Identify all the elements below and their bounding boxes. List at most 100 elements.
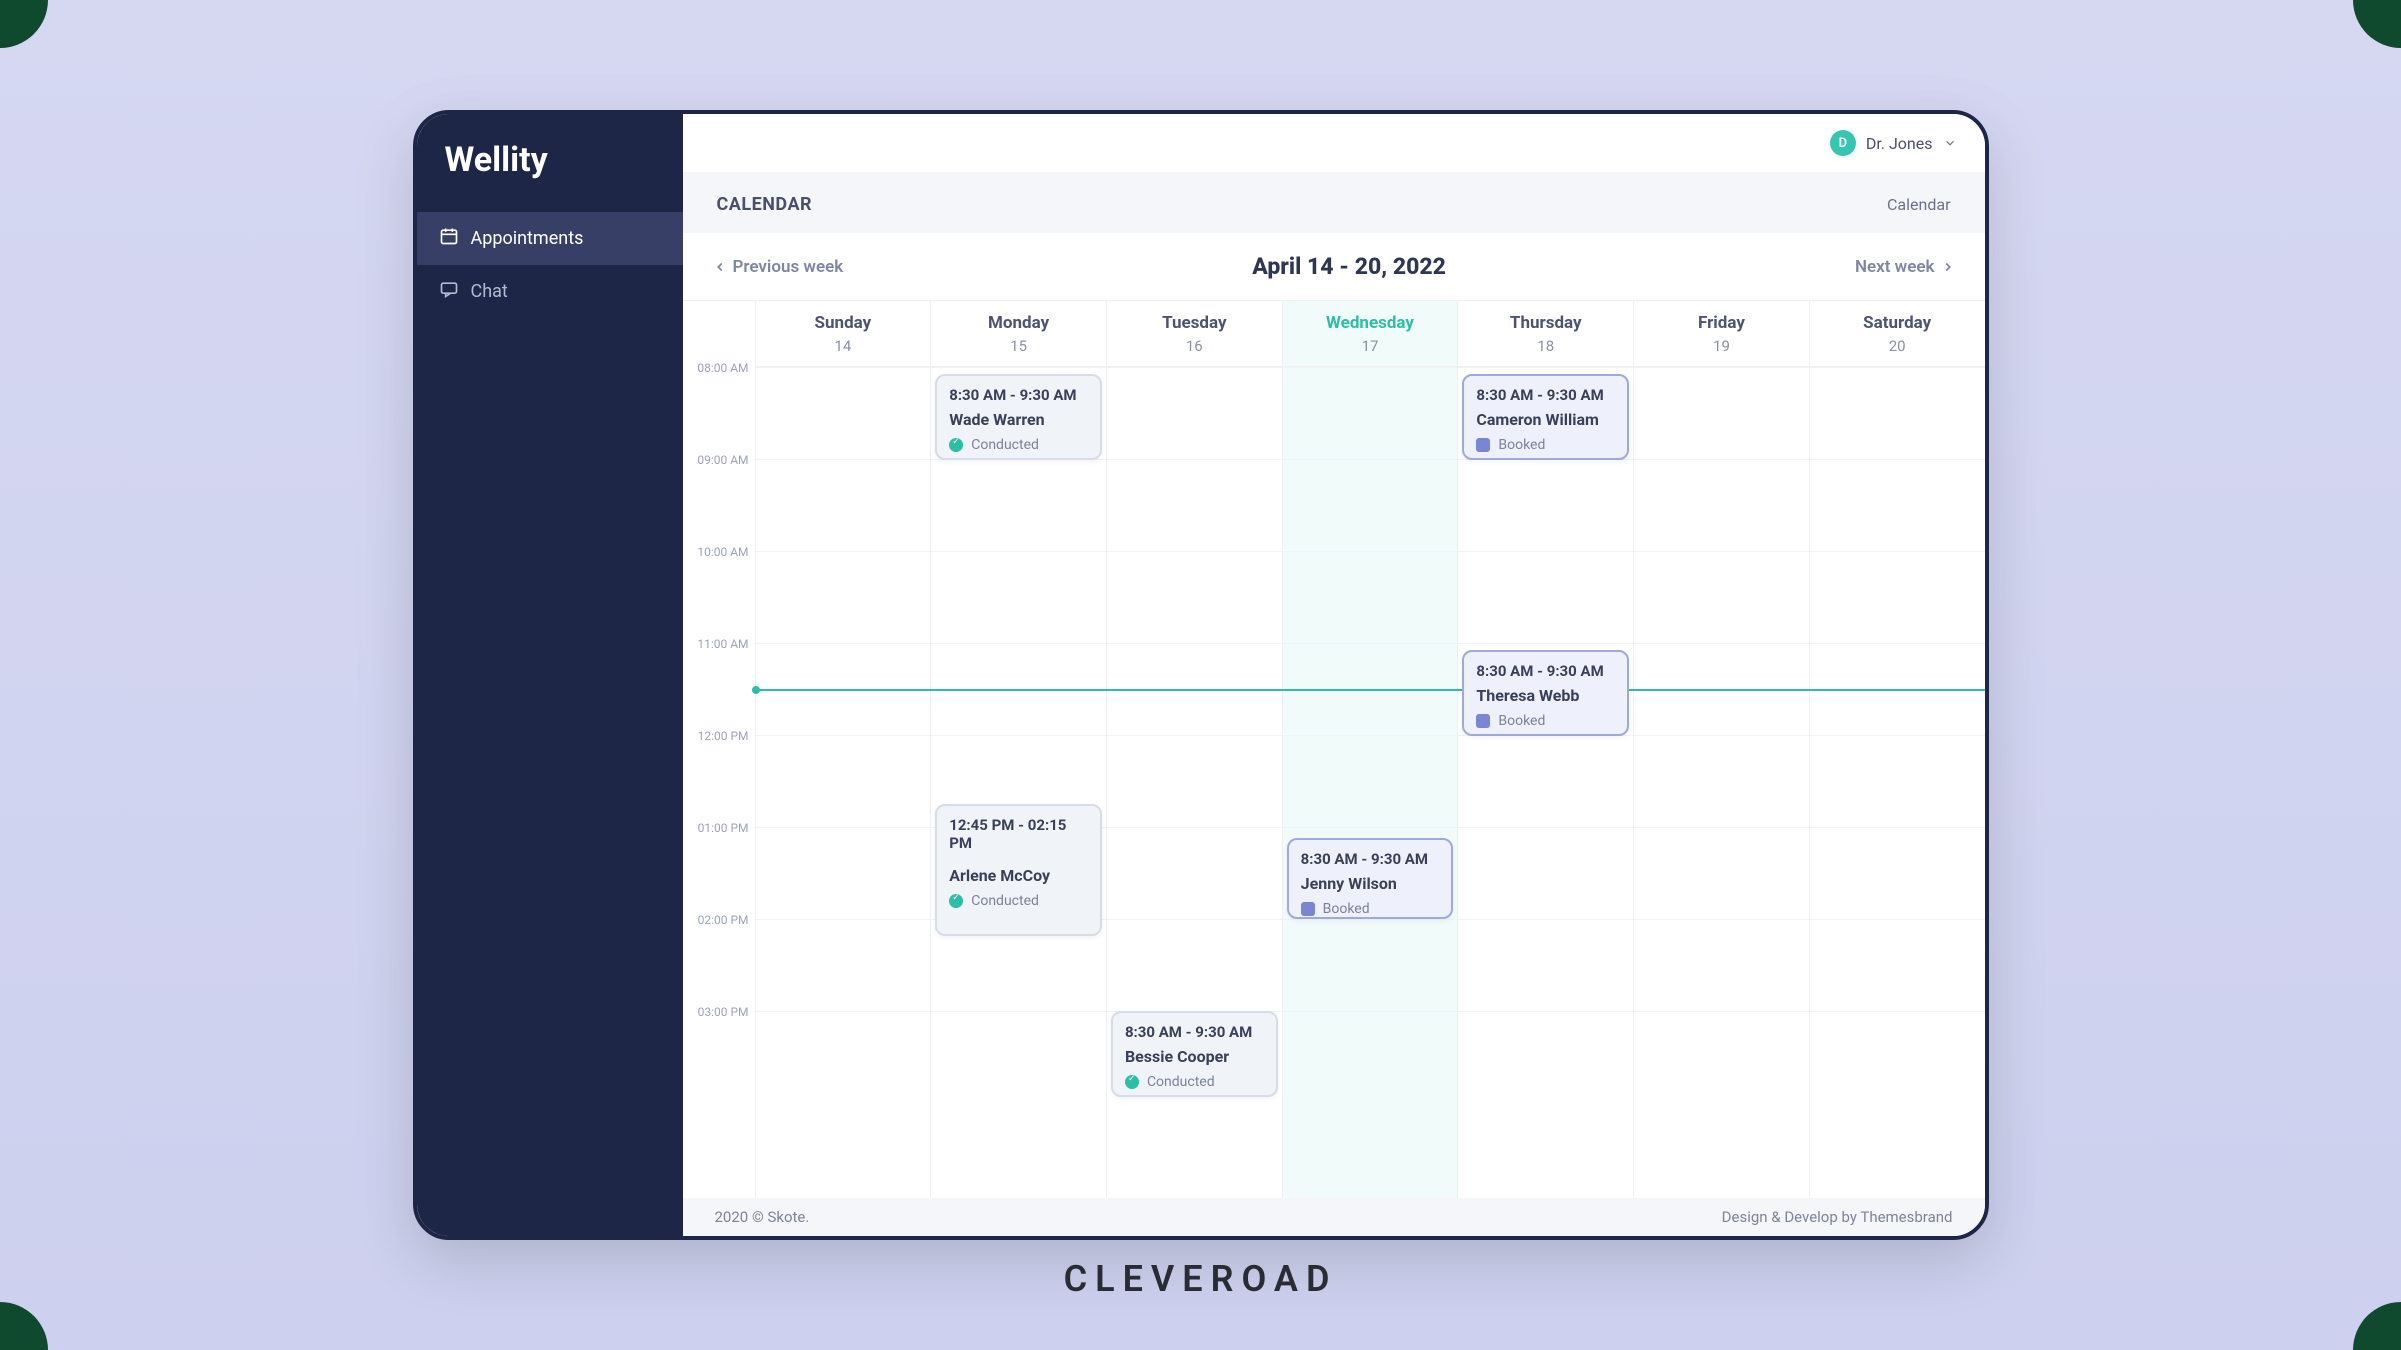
day-column-sunday: Sunday 14 [755,301,931,1198]
watermark: CLEVEROAD [1064,1258,1338,1300]
next-week-label: Next week [1855,257,1935,277]
user-name: Dr. Jones [1866,134,1933,153]
time-column: 08:00 AM09:00 AM10:00 AM11:00 AM12:00 PM… [683,301,755,1198]
event-status: Conducted [949,437,1088,453]
day-name: Friday [1634,313,1809,333]
user-menu[interactable]: D Dr. Jones [1830,130,1957,156]
day-header: Sunday 14 [756,301,931,367]
conducted-status-icon [949,438,963,452]
event-status-label: Conducted [971,893,1039,909]
chevron-right-icon [1941,260,1955,274]
time-label: 08:00 AM [683,361,755,453]
time-label: 03:00 PM [683,1005,755,1097]
sidebar-item-label: Appointments [471,228,584,249]
appointment-event[interactable]: 8:30 AM - 9:30 AM Wade Warren Conducted [935,374,1102,460]
event-time: 8:30 AM - 9:30 AM [1125,1023,1264,1041]
day-slots[interactable]: 8:30 AM - 9:30 AM Cameron William Booked… [1458,367,1633,1103]
day-number: 16 [1107,337,1282,355]
sidebar-item-chat[interactable]: Chat [417,265,683,318]
day-header: Tuesday 16 [1107,301,1282,367]
event-patient-name: Cameron William [1476,410,1615,429]
booked-status-icon [1301,902,1315,916]
event-status: Booked [1301,901,1440,917]
appointment-event[interactable]: 8:30 AM - 9:30 AM Jenny Wilson Booked [1287,838,1454,919]
booked-status-icon [1476,714,1490,728]
day-slots[interactable]: 8:30 AM - 9:30 AM Wade Warren Conducted … [931,367,1106,1103]
day-number: 18 [1458,337,1633,355]
day-slots[interactable] [1634,367,1809,1103]
event-time: 8:30 AM - 9:30 AM [1301,850,1440,868]
event-status: Booked [1476,713,1615,729]
day-number: 17 [1283,337,1458,355]
brand-logo: Wellity [417,122,683,212]
event-time: 8:30 AM - 9:30 AM [1476,386,1615,404]
day-column-monday: Monday 15 8:30 AM - 9:30 AM Wade Warren … [930,301,1106,1198]
day-header: Wednesday 17 [1283,301,1458,367]
event-patient-name: Wade Warren [949,410,1088,429]
day-header: Friday 19 [1634,301,1809,367]
sidebar-item-appointments[interactable]: Appointments [417,212,683,265]
footer: 2020 © Skote. Design & Develop by Themes… [683,1198,1985,1236]
event-patient-name: Bessie Cooper [1125,1047,1264,1066]
event-status-label: Booked [1498,437,1545,453]
booked-status-icon [1476,438,1490,452]
day-column-friday: Friday 19 [1633,301,1809,1198]
day-name: Saturday [1810,313,1985,333]
next-week-button[interactable]: Next week [1855,257,1955,277]
day-name: Sunday [756,313,931,333]
time-label: 10:00 AM [683,545,755,637]
day-slots[interactable] [756,367,931,1103]
event-patient-name: Jenny Wilson [1301,874,1440,893]
event-status-label: Booked [1323,901,1370,917]
day-number: 20 [1810,337,1985,355]
calendar-card: Previous week April 14 - 20, 2022 Next w… [683,233,1985,1198]
day-number: 14 [756,337,931,355]
page-title: CALENDAR [717,194,813,215]
time-label: 01:00 PM [683,821,755,913]
day-name: Tuesday [1107,313,1282,333]
page-header: CALENDAR Calendar [683,172,1985,233]
topbar: D Dr. Jones [683,114,1985,172]
day-column-tuesday: Tuesday 16 8:30 AM - 9:30 AM Bessie Coop… [1106,301,1282,1198]
day-slots[interactable] [1810,367,1985,1103]
day-slots[interactable]: 8:30 AM - 9:30 AM Jenny Wilson Booked [1283,367,1458,1103]
chat-icon [439,279,459,304]
day-columns: Sunday 14 Monday 15 8:30 AM - 9:30 AM Wa… [755,301,1985,1198]
chevron-left-icon [713,260,727,274]
conducted-status-icon [949,894,963,908]
appointment-event[interactable]: 12:45 PM - 02:15 PM Arlene McCoy Conduct… [935,804,1102,936]
day-number: 19 [1634,337,1809,355]
footer-right: Design & Develop by Themesbrand [1722,1208,1953,1226]
day-column-wednesday: Wednesday 17 8:30 AM - 9:30 AM Jenny Wil… [1282,301,1458,1198]
appointment-event[interactable]: 8:30 AM - 9:30 AM Bessie Cooper Conducte… [1111,1011,1278,1097]
day-number: 15 [931,337,1106,355]
appointment-event[interactable]: 8:30 AM - 9:30 AM Theresa Webb Booked [1462,650,1629,736]
event-status-label: Booked [1498,713,1545,729]
breadcrumb: Calendar [1887,195,1950,214]
sidebar-item-label: Chat [471,281,508,302]
event-status-label: Conducted [971,437,1039,453]
avatar: D [1830,130,1856,156]
day-name: Wednesday [1283,313,1458,333]
event-patient-name: Theresa Webb [1476,686,1615,705]
event-status: Conducted [1125,1074,1264,1090]
event-status: Booked [1476,437,1615,453]
day-header: Monday 15 [931,301,1106,367]
time-label: 02:00 PM [683,913,755,1005]
current-time-indicator [755,689,1985,691]
day-slots[interactable]: 8:30 AM - 9:30 AM Bessie Cooper Conducte… [1107,367,1282,1103]
time-label: 12:00 PM [683,729,755,821]
event-time: 8:30 AM - 9:30 AM [1476,662,1615,680]
conducted-status-icon [1125,1075,1139,1089]
chevron-down-icon [1943,136,1957,150]
time-label: 09:00 AM [683,453,755,545]
day-column-saturday: Saturday 20 [1809,301,1985,1198]
time-label: 11:00 AM [683,637,755,729]
calendar-grid: 08:00 AM09:00 AM10:00 AM11:00 AM12:00 PM… [683,301,1985,1198]
main: D Dr. Jones CALENDAR Calendar Previous w… [683,114,1985,1236]
day-name: Monday [931,313,1106,333]
app-window: Wellity Appointments Chat D Dr. Jones CAL… [413,110,1989,1240]
week-nav: Previous week April 14 - 20, 2022 Next w… [683,233,1985,301]
previous-week-button[interactable]: Previous week [713,257,844,277]
appointment-event[interactable]: 8:30 AM - 9:30 AM Cameron William Booked [1462,374,1629,460]
